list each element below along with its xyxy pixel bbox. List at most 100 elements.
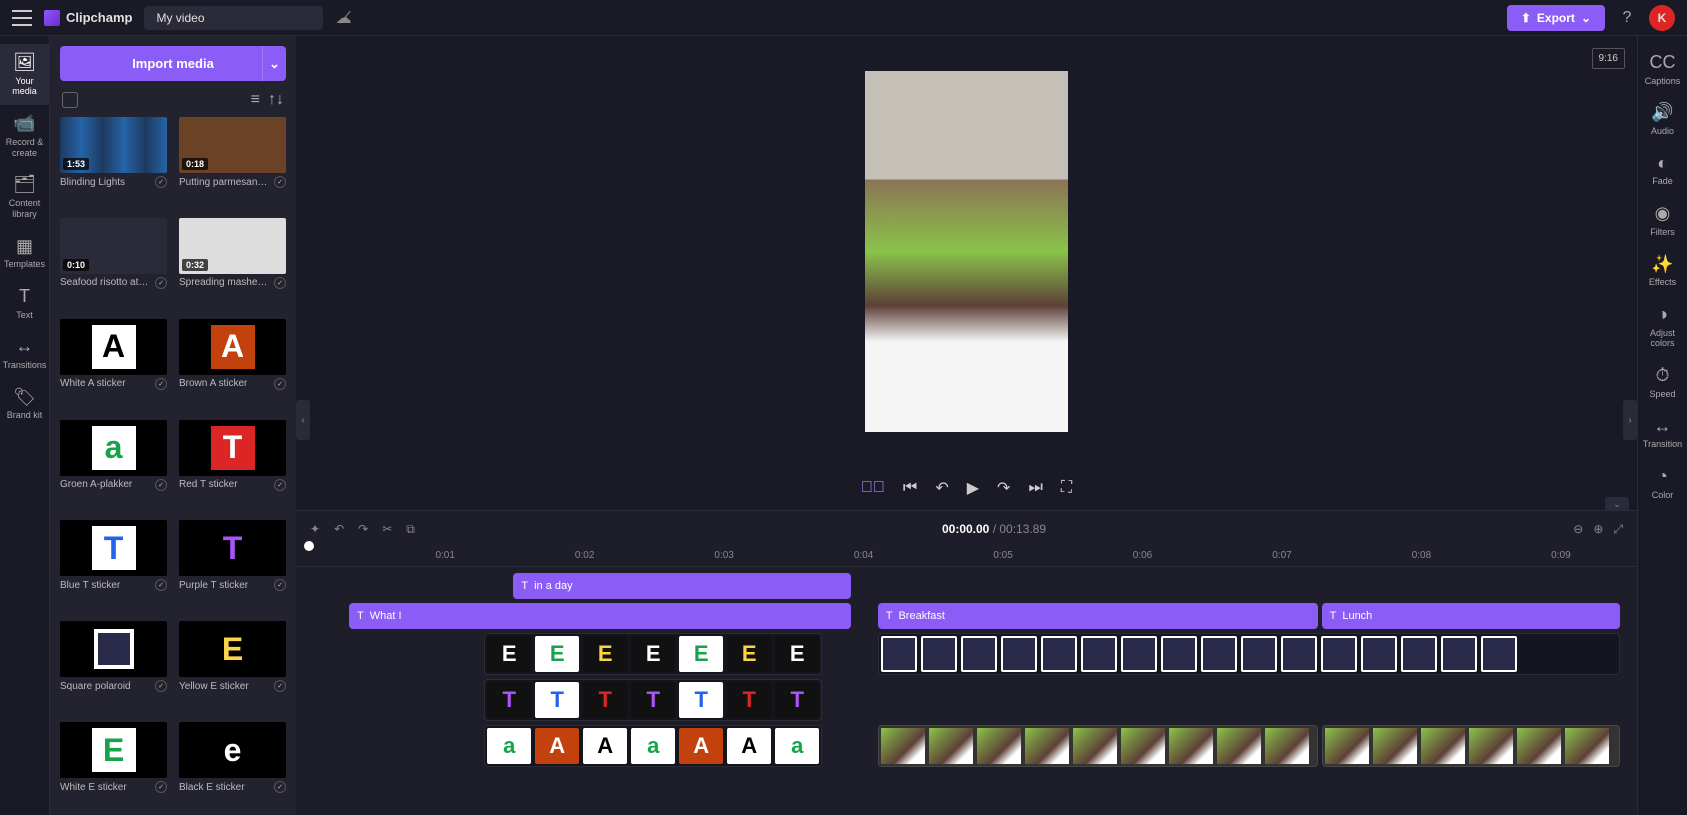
media-item[interactable]: aGroen A-plakker✓ (60, 420, 167, 513)
menu-button[interactable] (12, 10, 32, 26)
zoom-in-button[interactable]: ⊕ (1593, 522, 1603, 537)
import-dropdown[interactable]: ⌄ (262, 46, 286, 81)
sticker-clip[interactable]: TTTTTTT (484, 679, 822, 721)
media-thumbnail[interactable]: E (60, 722, 167, 778)
rail-label: Templates (4, 259, 45, 270)
play-button[interactable]: ▶ (967, 478, 979, 498)
media-thumbnail[interactable]: T (179, 420, 286, 476)
video-clip[interactable] (878, 725, 1318, 767)
media-name: Purple T sticker (179, 580, 248, 591)
media-thumbnail[interactable]: T (179, 520, 286, 576)
text-clip[interactable]: TLunch (1322, 603, 1620, 629)
media-thumbnail[interactable]: E (179, 621, 286, 677)
left-rail-your-media[interactable]: 🖼Your media (0, 44, 49, 105)
polaroid-frame (1081, 636, 1117, 672)
timeline-ruler[interactable]: 0:010:020:030:040:050:060:070:080:09 (296, 547, 1637, 567)
import-media-button[interactable]: Import media ⌄ (60, 46, 286, 81)
media-item[interactable]: Square polaroid✓ (60, 621, 167, 714)
media-thumbnail[interactable]: e (179, 722, 286, 778)
media-thumbnail[interactable]: 1:53 (60, 117, 167, 173)
filter-icon[interactable]: ≡ (251, 91, 260, 109)
undo-button[interactable]: ↶ (334, 522, 344, 537)
expand-timeline-button[interactable]: ⌄ (1605, 497, 1629, 511)
media-thumbnail[interactable]: 0:18 (179, 117, 286, 173)
cloud-sync-icon[interactable]: ☁̸ (335, 8, 351, 28)
step-forward-button[interactable]: ↷ (997, 478, 1010, 498)
right-rail-transition[interactable]: ↔Transition (1638, 408, 1687, 458)
media-thumbnail[interactable]: A (179, 319, 286, 375)
collapse-left-panel-button[interactable]: ‹ (296, 400, 310, 440)
left-rail-record-&-create[interactable]: 📹Record & create (0, 105, 49, 166)
left-rail-transitions[interactable]: ↔Transitions (0, 328, 49, 378)
media-item[interactable]: eBlack E sticker✓ (179, 722, 286, 815)
select-all-checkbox[interactable] (62, 92, 78, 108)
tracks[interactable]: Tin a dayTWhat ITBreakfastTLunchEEEEEEET… (296, 567, 1637, 815)
skip-start-button[interactable]: ⏮ (903, 479, 917, 497)
help-button[interactable]: ? (1615, 6, 1639, 30)
sync-icon: ✓ (274, 277, 286, 289)
right-rail-filters[interactable]: ◉Filters (1638, 195, 1687, 245)
redo-button[interactable]: ↷ (358, 522, 368, 537)
ruler-tick: 0:05 (993, 550, 1012, 561)
aspect-ratio-badge[interactable]: 9:16 (1592, 48, 1625, 69)
project-title-input[interactable] (144, 6, 323, 30)
split-button[interactable]: ✂ (382, 522, 392, 537)
left-rail-brand-kit[interactable]: 🏷Brand kit (0, 379, 49, 429)
media-thumbnail[interactable]: T (60, 520, 167, 576)
media-item[interactable]: EWhite E sticker✓ (60, 722, 167, 815)
media-thumbnail[interactable] (60, 621, 167, 677)
media-item[interactable]: 1:53Blinding Lights✓ (60, 117, 167, 210)
step-back-button[interactable]: ↶ (935, 478, 948, 498)
left-rail-templates[interactable]: ▦Templates (0, 228, 49, 278)
media-thumbnail[interactable]: A (60, 319, 167, 375)
brand[interactable]: Clipchamp (44, 10, 132, 26)
left-rail-text[interactable]: TText (0, 278, 49, 328)
text-clip[interactable]: TBreakfast (878, 603, 1318, 629)
text-clip[interactable]: TWhat I (349, 603, 851, 629)
media-item[interactable]: 0:32Spreading mashed ...✓ (179, 218, 286, 311)
right-rail-audio[interactable]: 🔊Audio (1638, 94, 1687, 144)
media-item[interactable]: TPurple T sticker✓ (179, 520, 286, 613)
sort-icon[interactable]: ↑↓ (268, 91, 284, 109)
fit-timeline-button[interactable]: ⤢ (1613, 522, 1623, 537)
preview-canvas[interactable] (865, 71, 1068, 432)
media-item[interactable]: ABrown A sticker✓ (179, 319, 286, 412)
sticker-clip[interactable]: EEEEEEE (484, 633, 822, 675)
right-rail-speed[interactable]: ⏱Speed (1638, 357, 1687, 407)
rail-icon: ✨ (1651, 254, 1673, 276)
right-rail-effects[interactable]: ✨Effects (1638, 246, 1687, 296)
text-icon: T (886, 610, 893, 622)
media-item[interactable]: TRed T sticker✓ (179, 420, 286, 513)
left-rail-content-library[interactable]: 🗂Content library (0, 166, 49, 227)
right-rail-fade[interactable]: ◐Fade (1638, 145, 1687, 195)
text-clip[interactable]: Tin a day (513, 573, 851, 599)
right-rail-captions[interactable]: CCCaptions (1638, 44, 1687, 94)
media-item[interactable]: 0:18Putting parmesan c...✓ (179, 117, 286, 210)
media-item[interactable]: 0:10Seafood risotto at r...✓ (60, 218, 167, 311)
zoom-out-button[interactable]: ⊖ (1573, 522, 1583, 537)
right-rail-color[interactable]: ◔Color (1638, 458, 1687, 508)
export-button[interactable]: ⬆ Export ⌄ (1507, 5, 1605, 31)
playhead[interactable] (304, 541, 314, 551)
polaroid-clip[interactable] (878, 633, 1620, 675)
user-avatar[interactable]: K (1649, 5, 1675, 31)
video-frame (1421, 728, 1465, 764)
media-item[interactable]: TBlue T sticker✓ (60, 520, 167, 613)
media-thumbnail[interactable]: a (60, 420, 167, 476)
skip-end-button[interactable]: ⏭ (1028, 479, 1042, 497)
auto-enhance-icon[interactable]: ✦ (310, 522, 320, 537)
media-thumbnail[interactable]: 0:10 (60, 218, 167, 274)
collapse-right-panel-button[interactable]: › (1623, 400, 1637, 440)
current-time: 00:00.00 (942, 522, 989, 536)
media-thumbnail[interactable]: 0:32 (179, 218, 286, 274)
right-rail-adjust-colors[interactable]: ◑Adjust colors (1638, 296, 1687, 357)
ai-enhance-button[interactable]: ✦⃠ (861, 479, 885, 497)
media-item[interactable]: AWhite A sticker✓ (60, 319, 167, 412)
video-frame (1325, 728, 1369, 764)
video-clip[interactable] (1322, 725, 1620, 767)
fullscreen-button[interactable]: ⛶ (1061, 479, 1072, 497)
duplicate-button[interactable]: ⧉ (406, 522, 415, 537)
rail-icon: 📹 (13, 113, 35, 135)
sticker-clip[interactable]: aAAaAAa (484, 725, 822, 767)
media-item[interactable]: EYellow E sticker✓ (179, 621, 286, 714)
